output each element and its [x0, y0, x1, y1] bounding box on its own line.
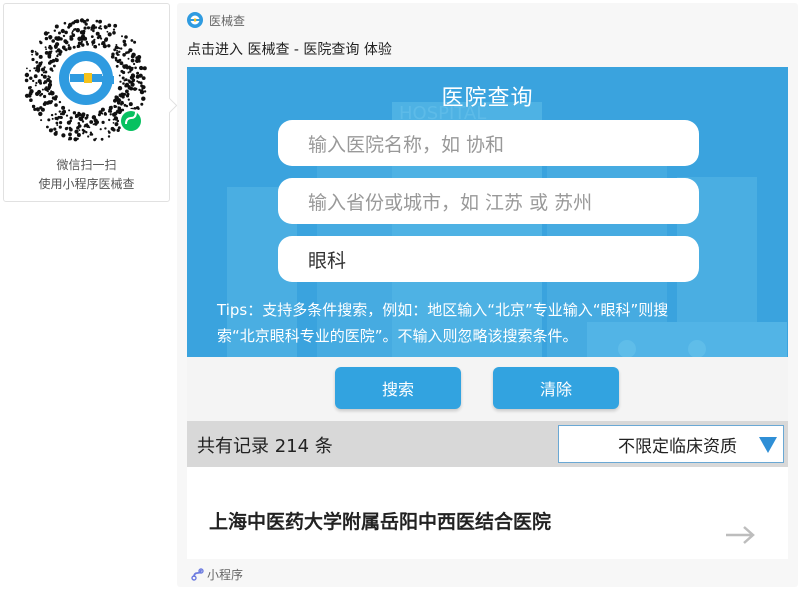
qr-caption: 微信扫一扫 使用小程序医械查 [4, 156, 169, 194]
specialty-input[interactable]: 眼科 [278, 236, 699, 282]
tips-text: Tips：支持多条件搜索，例如：地区输入“北京”专业输入“眼科”则搜 索“北京眼… [217, 297, 757, 349]
button-band: 搜索 清除 [187, 357, 788, 421]
page-title: 医院查询 [441, 86, 534, 111]
qr-caption-line2: 使用小程序医械查 [38, 177, 135, 191]
message-title[interactable]: 点击进入 医械查 - 医院查询 体验 [187, 39, 392, 59]
miniprogram-footer-label: 小程序 [207, 567, 244, 582]
search-button[interactable]: 搜索 [335, 367, 461, 409]
arrow-right-icon[interactable] [723, 523, 759, 547]
qualification-select-value: 不限定临床资质 [618, 436, 737, 457]
miniprogram-footer: 小程序 [191, 565, 243, 583]
qr-caption-line1: 微信扫一扫 [56, 158, 117, 172]
tips-line1: Tips：支持多条件搜索，例如：地区输入“北京”专业输入“眼科”则搜 [217, 301, 669, 319]
clear-button[interactable]: 清除 [493, 367, 619, 409]
record-count: 共有记录 214 条 [197, 436, 333, 457]
brand-name: 医械查 [209, 13, 246, 28]
dropdown-arrow-icon[interactable] [759, 437, 777, 453]
hospital-name: 上海中医药大学附属岳阳中西医结合医院 [209, 511, 552, 533]
miniprogram-message[interactable]: 医械查 点击进入 医械查 - 医院查询 体验 HOSPITAL 医院查询 输入医… [177, 3, 798, 587]
qualification-select[interactable]: 不限定临床资质 [558, 425, 784, 463]
hospital-name-input[interactable]: 输入医院名称，如 协和 [278, 120, 699, 166]
list-item[interactable]: 上海中医药大学附属岳阳中西医结合医院 [187, 467, 788, 559]
tips-line2: 索“北京眼科专业的医院”。不输入则忽略该搜索条件。 [217, 327, 578, 345]
miniprogram-preview[interactable]: HOSPITAL 医院查询 输入医院名称，如 协和 输入省份或城市，如 江苏 或… [187, 67, 788, 559]
region-input[interactable]: 输入省份或城市，如 江苏 或 苏州 [278, 178, 699, 224]
miniprogram-icon [191, 567, 204, 581]
qr-card: 微信扫一扫 使用小程序医械查 [3, 3, 170, 202]
qr-code [24, 18, 148, 142]
hero-section: HOSPITAL 医院查询 输入医院名称，如 协和 输入省份或城市，如 江苏 或… [187, 67, 788, 357]
brand-row: 医械查 [187, 11, 245, 29]
filter-bar: 共有记录 214 条 不限定临床资质 [187, 421, 788, 467]
brand-logo-icon [187, 12, 203, 28]
